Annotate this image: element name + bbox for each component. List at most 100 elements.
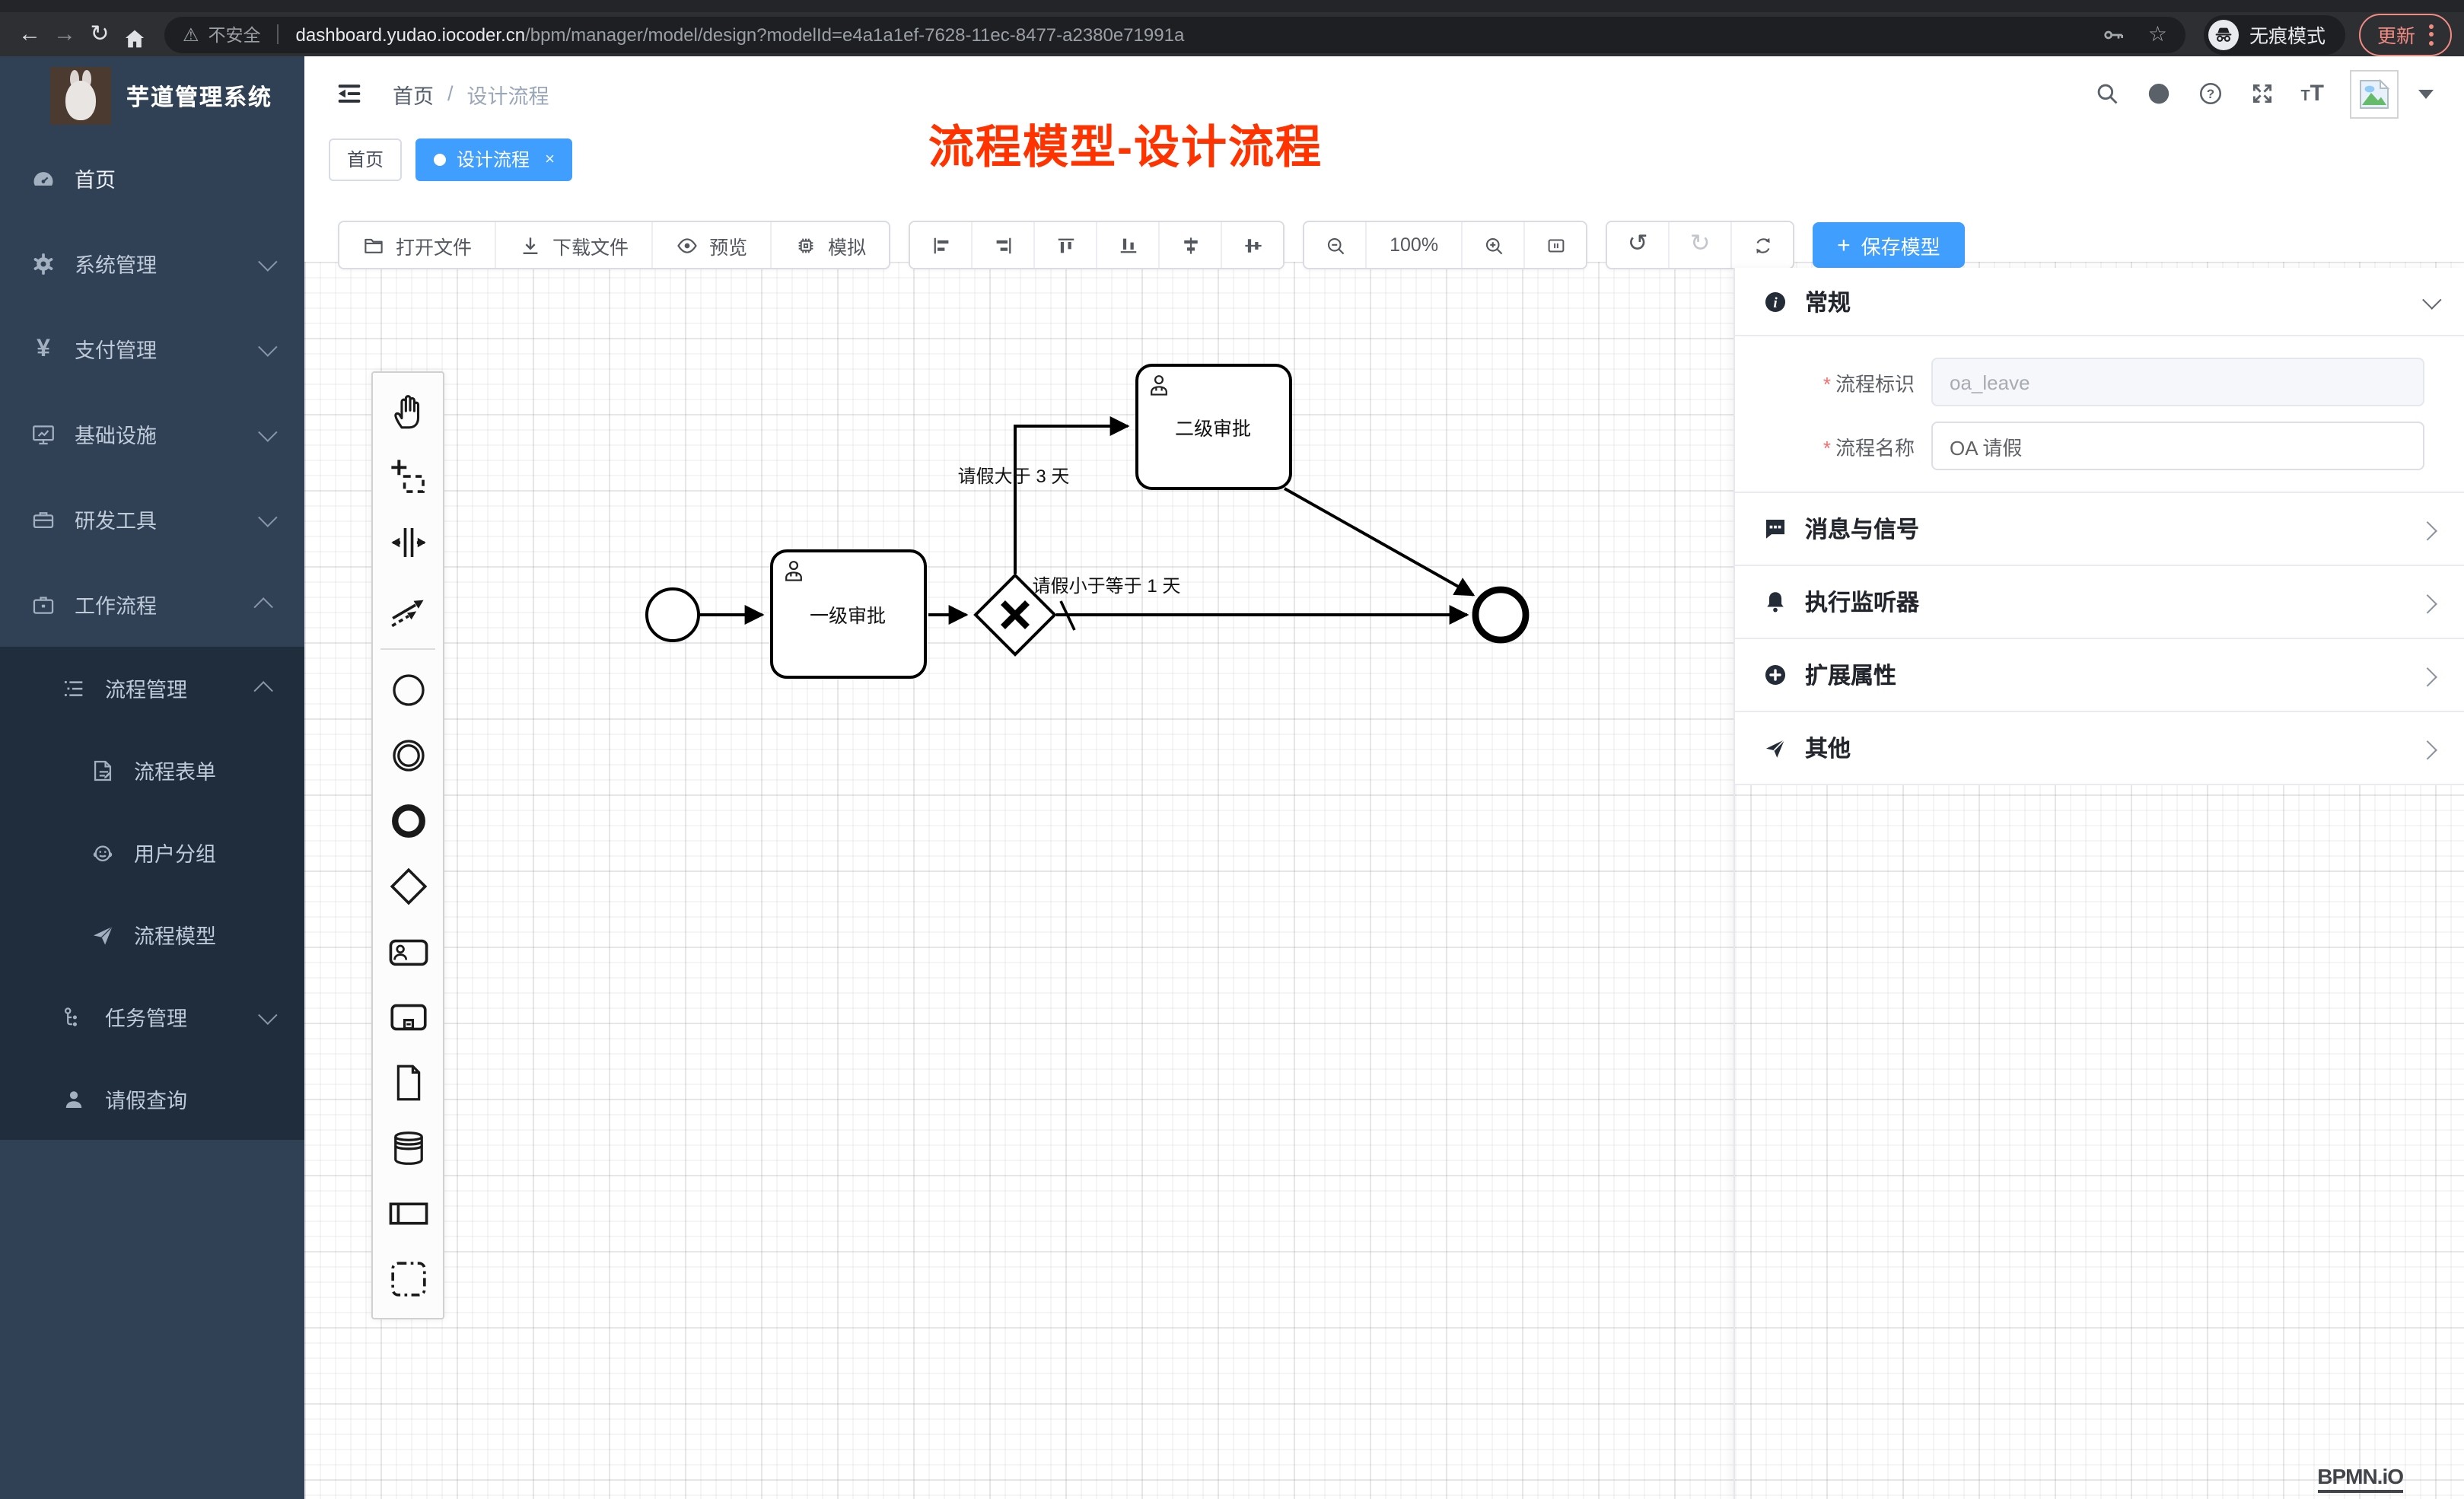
undo-button[interactable]: ↺ [1607,222,1670,268]
end-event[interactable] [1476,590,1526,640]
zoom-in-button[interactable] [1463,222,1525,268]
align-center-vertical-button[interactable] [1222,222,1283,268]
flow-gateway-to-task2[interactable] [1015,426,1128,574]
sidebar-item-user-group[interactable]: 用户分组 [0,811,304,893]
url-text[interactable]: dashboard.yudao.iocoder.cn/bpm/manager/m… [296,24,2093,45]
breadcrumb-home[interactable]: 首页 [393,78,434,109]
restart-button[interactable] [1732,222,1793,268]
zoom-reset-button[interactable] [1525,222,1586,268]
hand-tool[interactable] [373,379,443,444]
align-top-button[interactable] [1035,222,1097,268]
sidebar-item-label: 系统管理 [75,248,157,278]
password-key-icon[interactable] [2103,22,2127,46]
space-tool[interactable] [373,510,443,575]
user-task-level2[interactable]: 二级审批 [1137,365,1291,489]
download-file-button[interactable]: 下载文件 [496,222,653,268]
simulate-button[interactable]: 模拟 [772,222,889,268]
start-event[interactable] [647,589,699,641]
browser-back-button[interactable]: ← [12,12,47,56]
create-end-event-tool[interactable] [373,788,443,854]
align-center-horizontal-button[interactable] [1160,222,1222,268]
sidebar-item-infra[interactable]: 基础设施 [0,391,304,476]
toolbox-icon [30,506,56,532]
browser-update-button[interactable]: 更新 [2359,13,2452,56]
create-gateway-tool[interactable] [373,854,443,919]
create-start-event-tool[interactable] [373,657,443,723]
zoom-level[interactable]: 100% [1367,222,1463,268]
lasso-tool[interactable] [373,444,443,510]
zoom-out-button[interactable] [1304,222,1367,268]
process-name-label: *流程名称 [1735,431,1931,460]
sidebar-item-leave-query[interactable]: 请假查询 [0,1058,304,1140]
app-logo[interactable]: 芋道管理系统 [0,56,304,135]
fullscreen-icon[interactable] [2249,81,2275,107]
chevron-up-icon [253,597,272,616]
align-bottom-button[interactable] [1097,222,1160,268]
flow-task2-to-end[interactable] [1285,489,1473,595]
browser-forward-button[interactable]: → [47,12,82,56]
general-section-title: 常规 [1805,285,1851,317]
process-name-input[interactable] [1931,422,2424,470]
panel-section-other[interactable]: 其他 [1735,712,2464,785]
align-right-button[interactable] [973,222,1035,268]
security-label[interactable]: 不安全 [209,22,261,46]
tab-home[interactable]: 首页 [329,138,402,180]
process-key-label: *流程标识 [1735,368,1931,396]
redo-button[interactable]: ↻ [1670,222,1732,268]
sidebar-item-home[interactable]: 首页 [0,135,304,221]
align-left-button[interactable] [910,222,973,268]
sidebar-item-devtools[interactable]: 研发工具 [0,476,304,562]
flow-label-gt3: 请假大于 3 天 [958,466,1070,487]
tab-design-process[interactable]: 设计流程 × [415,138,573,180]
browser-home-button[interactable] [117,17,152,52]
sidebar-item-process-mgmt[interactable]: 流程管理 [0,647,304,729]
address-bar[interactable]: ⚠ 不安全 dashboard.yudao.iocoder.cn/bpm/man… [164,16,2185,53]
general-section-header[interactable]: 常规 [1735,268,2464,335]
sidebar-item-label: 任务管理 [105,1001,187,1032]
save-model-button[interactable]: + 保存模型 [1813,222,1965,268]
tab-close-icon[interactable]: × [545,150,555,168]
create-intermediate-event-tool[interactable] [373,723,443,788]
info-icon [1762,288,1788,314]
sidebar-item-workflow[interactable]: 工作流程 [0,562,304,647]
panel-section-messages[interactable]: 消息与信号 [1735,493,2464,566]
preview-button[interactable]: 预览 [653,222,772,268]
avatar[interactable] [2350,69,2399,118]
create-user-task-tool[interactable] [373,919,443,985]
send-icon [1762,735,1788,761]
gear-icon [30,250,56,276]
sidebar-item-process-form[interactable]: 流程表单 [0,729,304,811]
create-group-tool[interactable] [373,1246,443,1312]
sidebar-item-system[interactable]: 系统管理 [0,221,304,306]
create-participant-tool[interactable] [373,1181,443,1246]
sidebar-collapse-icon[interactable] [335,79,364,108]
github-icon[interactable] [2145,81,2171,107]
incognito-label: 无痕模式 [2249,20,2326,49]
font-size-icon[interactable]: TT [2300,81,2324,107]
section-label: 其他 [1805,732,1851,764]
open-file-button[interactable]: 打开文件 [339,222,496,268]
create-data-store-tool[interactable] [373,1115,443,1181]
chevron-down-icon [258,336,277,355]
panel-section-listeners[interactable]: 执行监听器 [1735,566,2464,639]
avatar-dropdown-caret[interactable] [2418,89,2434,98]
create-data-object-tool[interactable] [373,1050,443,1115]
user-task-level1[interactable]: 一级审批 [772,551,925,677]
browser-reload-button[interactable]: ↻ [82,12,117,56]
global-connect-tool[interactable] [373,575,443,641]
sidebar-item-process-model[interactable]: 流程模型 [0,893,304,975]
breadcrumb: 首页 / 设计流程 [393,78,549,109]
panel-section-extensions[interactable]: 扩展属性 [1735,639,2464,712]
process-key-input[interactable] [1931,358,2424,406]
tab-bar: 首页 设计流程 × [304,131,2464,189]
browser-menu-icon[interactable] [2429,24,2434,45]
help-icon[interactable] [2197,81,2223,107]
bookmark-star-icon[interactable]: ☆ [2148,21,2167,47]
list-icon [61,675,87,701]
person-icon [61,1086,87,1112]
sidebar-item-task-mgmt[interactable]: 任务管理 [0,975,304,1058]
create-call-activity-tool[interactable] [373,985,443,1050]
app-header: 首页 / 设计流程 TT [304,56,2464,131]
sidebar-item-payment[interactable]: ¥ 支付管理 [0,306,304,391]
search-icon[interactable] [2093,81,2119,107]
